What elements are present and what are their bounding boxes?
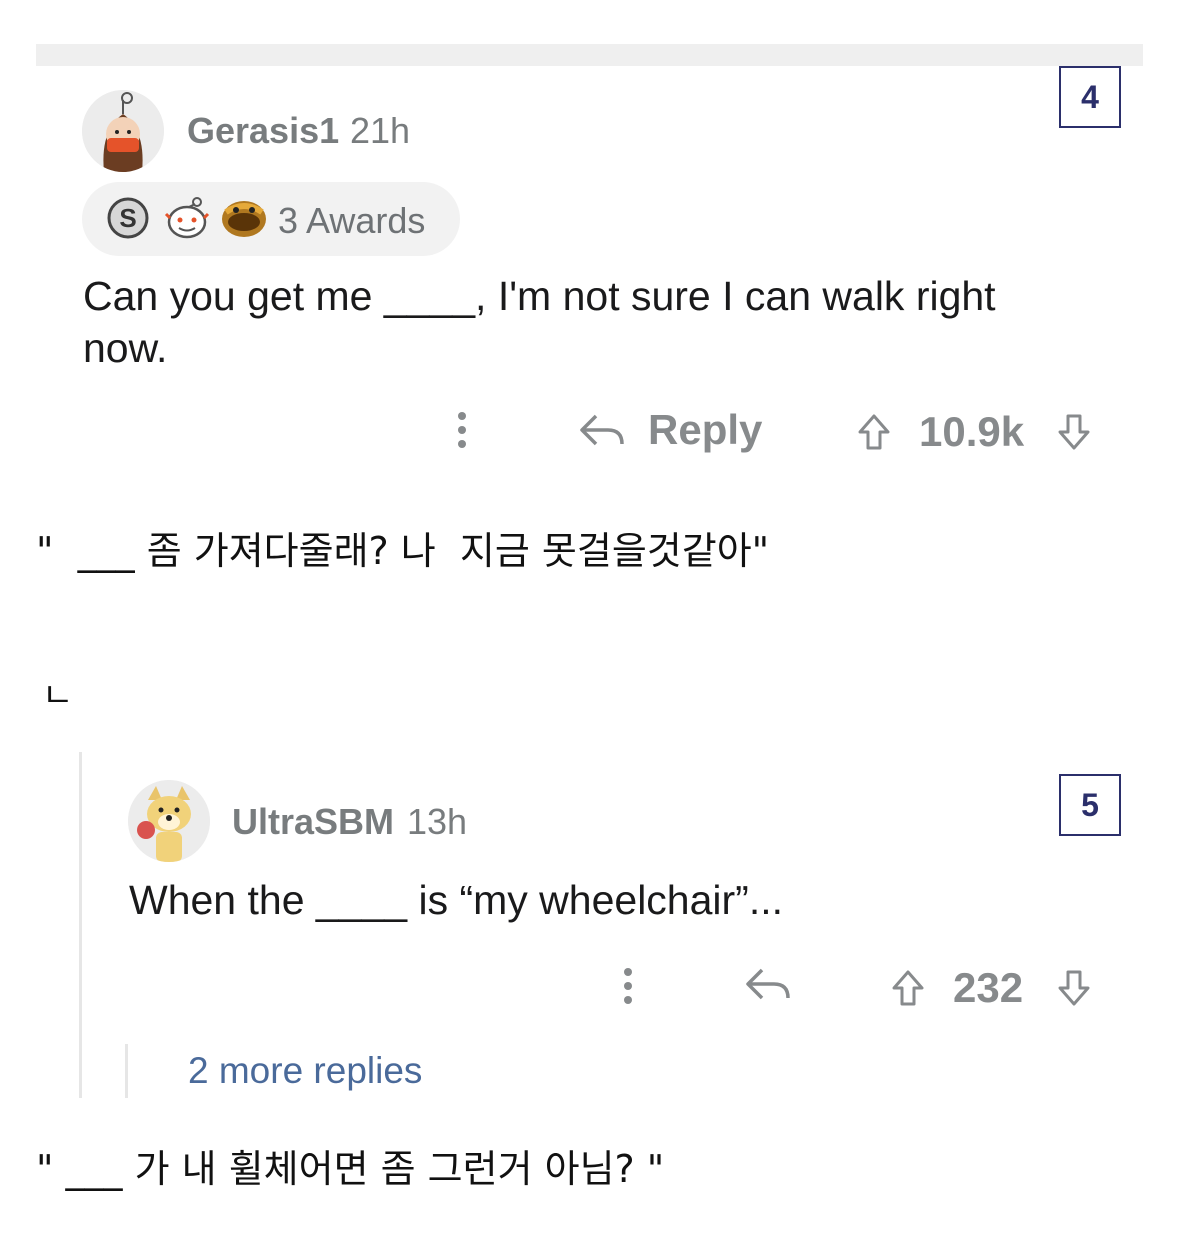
avatar-doge-icon <box>128 780 210 862</box>
upvote-arrow-icon <box>892 970 924 1006</box>
more-options-button[interactable] <box>452 408 472 452</box>
comment-number-badge: 5 <box>1059 774 1121 836</box>
awards-count[interactable]: 3 Awards <box>278 200 425 242</box>
vote-score: 232 <box>953 964 1024 1011</box>
more-dots-icon <box>624 968 632 1004</box>
meme-page: 4 Gerasis1 21h S 3 Awards Can you get me… <box>0 0 1179 1258</box>
reply-arrow-icon <box>580 414 624 446</box>
reply-button[interactable] <box>744 964 792 1004</box>
comment-body: Can you get me ____, I'm not sure I can … <box>83 273 996 371</box>
nested-thread-line[interactable] <box>125 1044 128 1098</box>
avatar[interactable] <box>128 780 210 862</box>
username[interactable]: Gerasis1 <box>187 110 339 152</box>
username[interactable]: UltraSBM <box>232 801 394 843</box>
more-options-button[interactable] <box>618 964 638 1008</box>
divider-strip <box>36 44 1143 66</box>
comment-body: When the ____ is “my wheelchair”... <box>129 877 783 923</box>
avatar-girl-icon <box>82 90 164 172</box>
reply-arrow-icon <box>746 968 790 1000</box>
more-dots-icon <box>458 412 466 448</box>
more-replies-link[interactable]: 2 more replies <box>188 1050 422 1092</box>
translation-caption: " ___ 좀 가져다줄래? 나 지금 못걸을것같아" <box>36 529 770 573</box>
thread-line[interactable] <box>79 752 82 1098</box>
laughing-award-icon <box>218 192 270 247</box>
svg-text:S: S <box>119 203 136 233</box>
downvote-button[interactable] <box>1056 412 1092 452</box>
silver-award-icon: S <box>106 196 150 245</box>
avatar[interactable] <box>82 90 164 172</box>
upvote-arrow-icon <box>858 414 890 450</box>
timestamp: 21h <box>350 110 411 151</box>
reply-marker: ㄴ <box>42 676 74 716</box>
wholesome-award-icon <box>162 194 212 247</box>
reply-label: Reply <box>648 406 763 453</box>
downvote-button[interactable] <box>1056 968 1092 1008</box>
upvote-button[interactable] <box>856 412 892 452</box>
reply-button[interactable]: Reply <box>578 406 762 454</box>
downvote-arrow-icon <box>1058 970 1090 1006</box>
upvote-button[interactable] <box>890 968 926 1008</box>
vote-score: 10.9k <box>919 408 1025 455</box>
comment-number-badge: 4 <box>1059 66 1121 128</box>
timestamp: 13h <box>407 801 468 842</box>
translation-caption: " ___ 가 내 휠체어면 좀 그런거 아님? " <box>36 1147 665 1191</box>
downvote-arrow-icon <box>1058 414 1090 450</box>
